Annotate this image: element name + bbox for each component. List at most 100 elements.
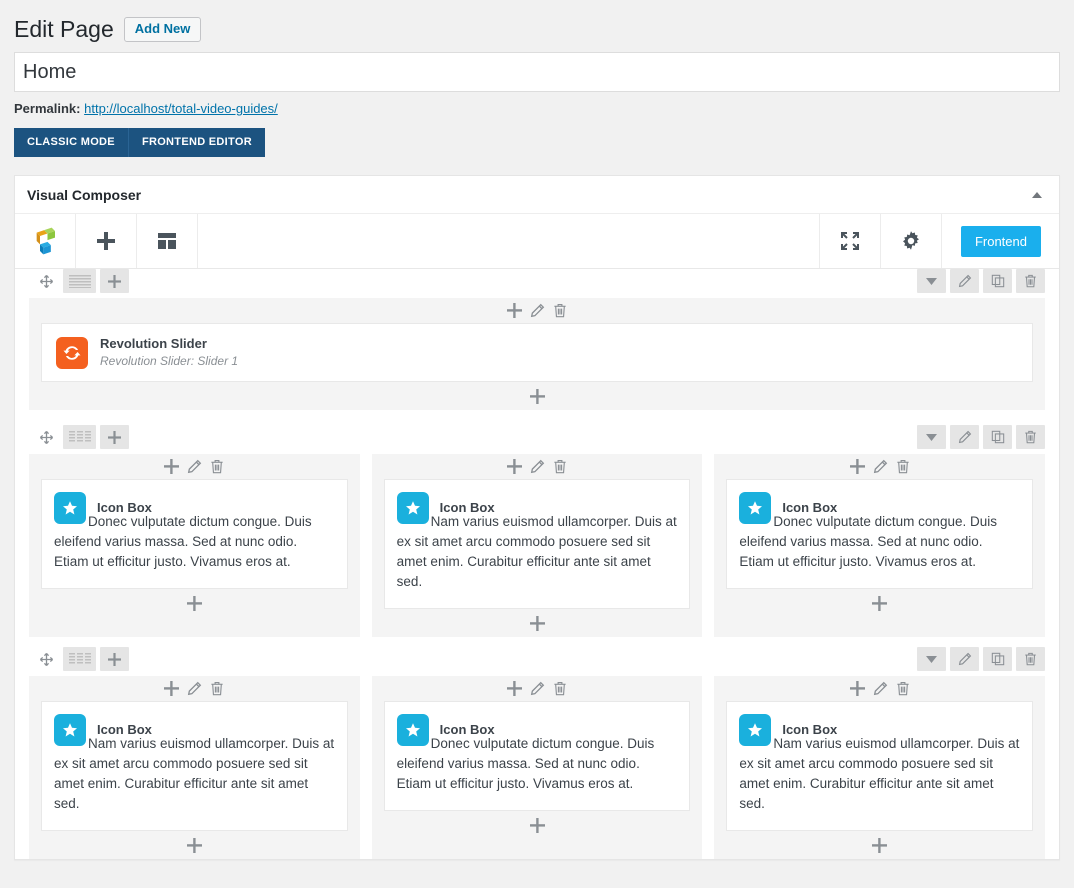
element-add-icon[interactable] [507, 459, 522, 474]
trash-icon[interactable] [1016, 425, 1045, 449]
page-title-input[interactable] [14, 52, 1060, 92]
gear-icon[interactable] [881, 214, 942, 268]
icon-box-element[interactable]: Icon Box Nam varius euismod ullamcorper.… [383, 479, 691, 609]
permalink: Permalink: http://localhost/total-video-… [0, 92, 1074, 119]
element-controls [29, 454, 360, 479]
element-add-icon[interactable] [849, 681, 865, 696]
row-columns: Icon Box Nam varius euismod ullamcorper.… [29, 676, 1046, 859]
element-title: Revolution Slider [100, 336, 207, 351]
element-controls [714, 454, 1045, 479]
grid-layout-icon[interactable] [137, 214, 198, 268]
column-elements: Icon Box Nam varius euismod ullamcorper.… [29, 701, 360, 831]
page-title: Edit Page [14, 15, 114, 42]
revolution-slider-element[interactable]: Revolution Slider Revolution Slider: Sli… [41, 323, 1033, 382]
column-add-icon[interactable] [872, 837, 888, 853]
column-elements: Icon Box Donec vulputate dictum congue. … [29, 479, 360, 589]
element-add-icon[interactable] [507, 681, 522, 696]
fullscreen-expand-icon[interactable] [820, 214, 881, 268]
column-add-icon[interactable] [872, 595, 888, 611]
element-delete-trash-icon[interactable] [553, 303, 567, 318]
column-add-element-footer[interactable] [372, 811, 703, 839]
element-delete-trash-icon[interactable] [553, 459, 567, 474]
visual-composer-toolbar: Frontend [15, 214, 1059, 269]
element-edit-pencil-icon[interactable] [530, 681, 545, 696]
element-add-icon[interactable] [507, 303, 522, 318]
icon-box-element[interactable]: Icon Box Donec vulputate dictum congue. … [41, 479, 348, 589]
column-add-element-footer[interactable] [714, 589, 1045, 617]
element-edit-pencil-icon[interactable] [530, 303, 545, 318]
row-controls-left [33, 269, 129, 293]
star-icon [739, 492, 772, 524]
trash-icon[interactable] [1016, 647, 1045, 671]
element-edit-pencil-icon[interactable] [873, 459, 888, 474]
element-delete-trash-icon[interactable] [553, 681, 567, 696]
add-element-icon[interactable] [76, 214, 137, 268]
copy-icon[interactable] [983, 425, 1012, 449]
element-edit-pencil-icon[interactable] [873, 681, 888, 696]
revolution-slider-icon [56, 336, 88, 369]
triangle-up-icon[interactable] [1027, 185, 1047, 205]
element-subtitle: Revolution Slider: Slider 1 [100, 354, 239, 368]
icon-box-text: Nam varius euismod ullamcorper. Duis at … [396, 514, 677, 589]
element-edit-pencil-icon[interactable] [187, 459, 202, 474]
column-add-element-footer[interactable] [714, 831, 1045, 859]
column-add-icon[interactable] [529, 817, 545, 833]
chevron-down-icon[interactable] [917, 269, 946, 293]
frontend-button[interactable]: Frontend [960, 225, 1041, 257]
copy-icon[interactable] [983, 647, 1012, 671]
column-add-element-footer[interactable] [29, 831, 360, 859]
visual-composer-logo-icon[interactable] [15, 214, 76, 268]
icon-box-element[interactable]: Icon Box Nam varius euismod ullamcorper.… [41, 701, 348, 831]
row-add-element-icon[interactable] [100, 647, 129, 671]
add-new-button[interactable]: Add New [123, 16, 202, 42]
element-add-icon[interactable] [164, 459, 180, 474]
row-add-element-icon[interactable] [100, 425, 129, 449]
column-add-icon[interactable] [529, 388, 545, 404]
frontend-button-wrap: Frontend [942, 214, 1059, 268]
copy-icon[interactable] [983, 269, 1012, 293]
star-icon [396, 714, 429, 746]
trash-icon[interactable] [1016, 269, 1045, 293]
element-delete-trash-icon[interactable] [210, 681, 224, 696]
chevron-down-icon[interactable] [917, 425, 946, 449]
pencil-icon[interactable] [950, 269, 979, 293]
element-delete-trash-icon[interactable] [210, 459, 224, 474]
element-edit-pencil-icon[interactable] [187, 681, 202, 696]
star-icon [54, 714, 86, 746]
column-add-icon[interactable] [529, 615, 545, 631]
move-arrows-icon[interactable] [33, 425, 59, 449]
column-add-icon[interactable] [186, 595, 202, 611]
element-edit-pencil-icon[interactable] [530, 459, 545, 474]
pencil-icon[interactable] [950, 647, 979, 671]
column-add-icon[interactable] [186, 837, 202, 853]
element-delete-trash-icon[interactable] [896, 681, 910, 696]
column-add-element-footer[interactable] [29, 382, 1045, 410]
column-add-element-footer[interactable] [372, 609, 703, 637]
classic-mode-button[interactable]: CLASSIC MODE [14, 128, 128, 157]
vc-row: Icon Box Nam varius euismod ullamcorper.… [15, 647, 1059, 859]
element-add-icon[interactable] [849, 459, 865, 474]
column-elements: Icon Box Nam varius euismod ullamcorper.… [714, 701, 1045, 831]
icon-box-element[interactable]: Icon Box Donec vulputate dictum congue. … [383, 701, 691, 811]
page-header: Edit Page Add New [0, 0, 1074, 44]
row-layout-icon[interactable] [63, 647, 96, 671]
row-layout-icon[interactable] [63, 425, 96, 449]
move-arrows-icon[interactable] [33, 647, 59, 671]
icon-box-element[interactable]: Icon Box Nam varius euismod ullamcorper.… [726, 701, 1034, 831]
row-body: Icon Box Donec vulputate dictum congue. … [29, 454, 1046, 637]
row-add-element-icon[interactable] [100, 269, 129, 293]
chevron-down-icon[interactable] [917, 647, 946, 671]
icon-box-text: Nam varius euismod ullamcorper. Duis at … [54, 736, 335, 811]
permalink-link[interactable]: http://localhost/total-video-guides/ [84, 101, 278, 116]
element-delete-trash-icon[interactable] [896, 459, 910, 474]
column-elements: Icon Box Nam varius euismod ullamcorper.… [372, 479, 703, 609]
row-controls-left [33, 425, 129, 449]
icon-box-element[interactable]: Icon Box Donec vulputate dictum congue. … [726, 479, 1034, 589]
row-layout-icon[interactable] [63, 269, 96, 293]
frontend-editor-button[interactable]: FRONTEND EDITOR [127, 128, 265, 157]
column-add-element-footer[interactable] [29, 589, 360, 617]
element-add-icon[interactable] [164, 681, 180, 696]
move-arrows-icon[interactable] [33, 269, 59, 293]
vc-column: Icon Box Donec vulputate dictum congue. … [714, 454, 1046, 637]
pencil-icon[interactable] [950, 425, 979, 449]
